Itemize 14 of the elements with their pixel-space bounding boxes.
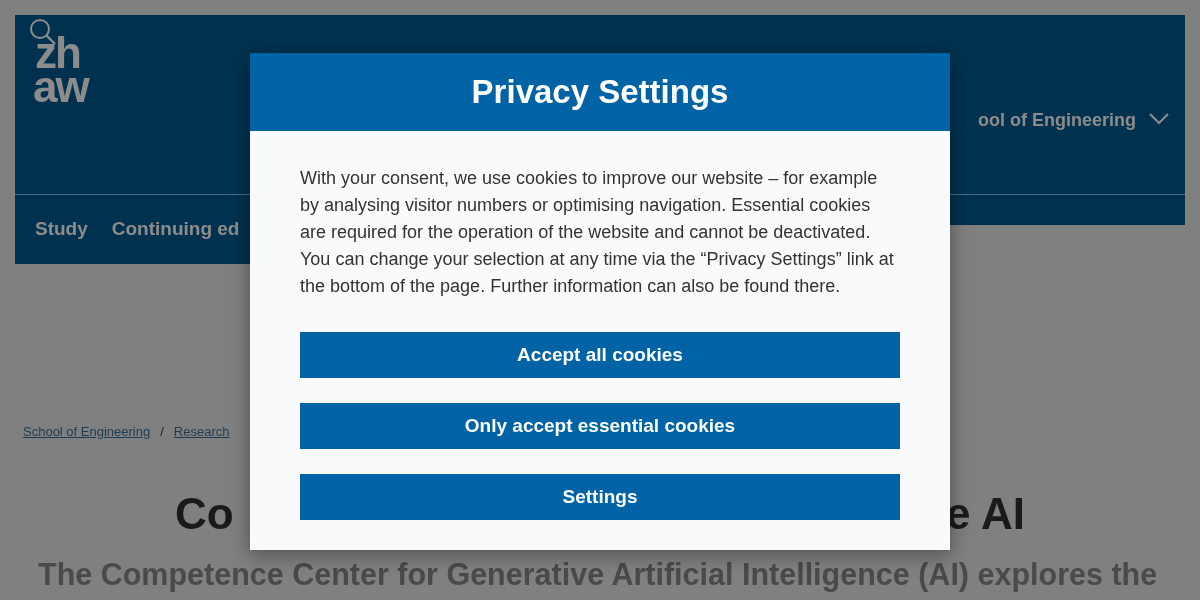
cookie-button[interactable]: Accept all cookies	[300, 332, 900, 378]
school-menu[interactable]: ool of Engineering	[978, 15, 1185, 134]
cookie-button[interactable]: Only accept essential cookies	[300, 403, 900, 449]
nav-link[interactable]: Study	[35, 215, 88, 244]
dialog-text: With your consent, we use cookies to improve our website – for example by analysing visitor numbers or optimising navigation. Essential cookies are required for the operation of the website and cannot be deactivated. You can change your selection at any time via the “Privacy Settings” link at the bottom of the page. Further information can also be found there.	[300, 167, 895, 298]
page-title: Co	[175, 491, 234, 536]
logo[interactable]: zh aw	[35, 36, 88, 104]
dialog-title: Privacy Settings	[250, 53, 950, 131]
cookie-button[interactable]: Settings	[300, 474, 900, 520]
breadcrumb-link[interactable]: Research	[173, 422, 230, 442]
breadcrumb-link[interactable]: School of Engineering	[23, 422, 151, 442]
breadcrumb-separator: /	[160, 423, 164, 441]
nav-link[interactable]: Continuing ed	[111, 215, 240, 244]
chevron-down-icon[interactable]	[1148, 112, 1170, 126]
